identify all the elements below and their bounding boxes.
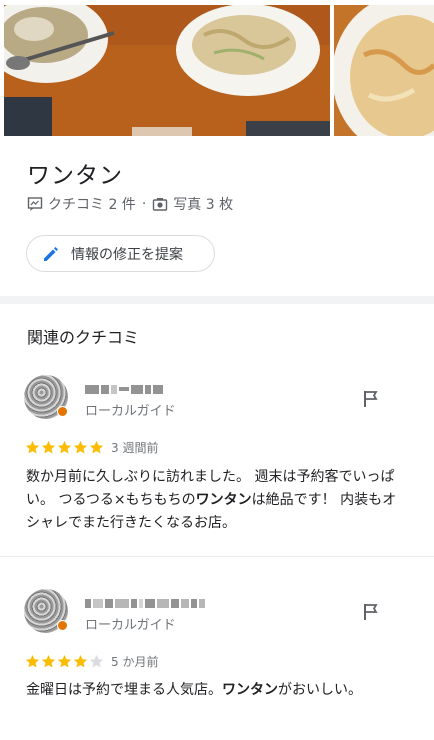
photos-count[interactable]: 写真 3 枚: [173, 194, 233, 214]
reviewer-name-redacted[interactable]: [85, 596, 205, 610]
section-divider: [0, 296, 434, 304]
reviewer-role: ローカルガイド: [85, 404, 176, 419]
related-reviews-heading: 関連のクチコミ: [27, 328, 140, 347]
local-guide-badge-icon: [57, 406, 68, 417]
star-icon: [89, 654, 104, 667]
reviewer-role: ローカルガイド: [85, 618, 176, 633]
review-text: 数か月前に久しぶりに訪れました。 週末は予約客でいっぱい。 つるつる×もちもちの…: [26, 469, 397, 531]
star-icon: [25, 440, 40, 453]
review-icon: [27, 196, 43, 212]
photo-strip[interactable]: [0, 0, 434, 136]
meta-separator: ·: [141, 196, 147, 212]
star-icon: [41, 654, 56, 667]
flag-icon[interactable]: [362, 389, 380, 409]
rating-stars: 5 か月前: [25, 653, 158, 669]
avatar[interactable]: [24, 375, 68, 419]
star-icon: [73, 440, 88, 453]
review-time: 3 週間前: [111, 440, 159, 455]
star-icon: [73, 654, 88, 667]
food-photo-2[interactable]: [334, 5, 434, 136]
flag-icon[interactable]: [362, 602, 380, 622]
local-guide-badge-icon: [57, 620, 68, 631]
suggest-edit-label: 情報の修正を提案: [71, 246, 183, 263]
pencil-icon: [41, 244, 61, 264]
avatar[interactable]: [24, 589, 68, 633]
rating-stars: 3 週間前: [25, 439, 158, 455]
place-meta: クチコミ 2 件 · 写真 3 枚: [27, 195, 233, 213]
review-time: 5 か月前: [111, 654, 159, 669]
star-icon: [57, 440, 72, 453]
place-title: ワンタン: [27, 163, 123, 189]
review-text: 金曜日は予約で埋まる人気店。ワンタンがおいしい。: [26, 682, 362, 698]
reviewer-name-redacted[interactable]: [85, 382, 163, 396]
camera-icon: [152, 196, 168, 212]
food-photo-1[interactable]: [4, 5, 330, 136]
star-icon: [89, 440, 104, 453]
review-divider: [0, 556, 434, 557]
star-icon: [25, 654, 40, 667]
star-icon: [41, 440, 56, 453]
star-icon: [57, 654, 72, 667]
reviews-count[interactable]: クチコミ 2 件: [48, 194, 136, 214]
suggest-edit-button[interactable]: 情報の修正を提案: [26, 235, 215, 272]
